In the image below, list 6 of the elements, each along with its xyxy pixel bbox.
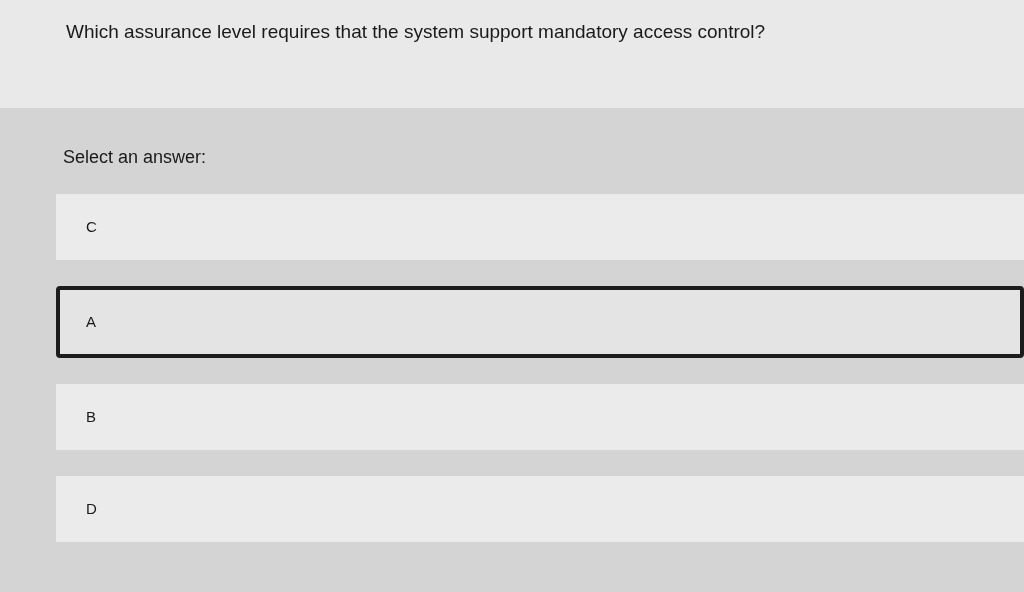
answer-option[interactable]: C [56, 194, 1024, 260]
answer-prompt: Select an answer: [63, 147, 207, 167]
answer-option[interactable]: D [56, 476, 1024, 542]
answer-option[interactable]: A [56, 286, 1024, 358]
question-text: Which assurance level requires that the system support mandatory access control? [66, 21, 766, 42]
answer-option[interactable]: B [56, 384, 1024, 450]
